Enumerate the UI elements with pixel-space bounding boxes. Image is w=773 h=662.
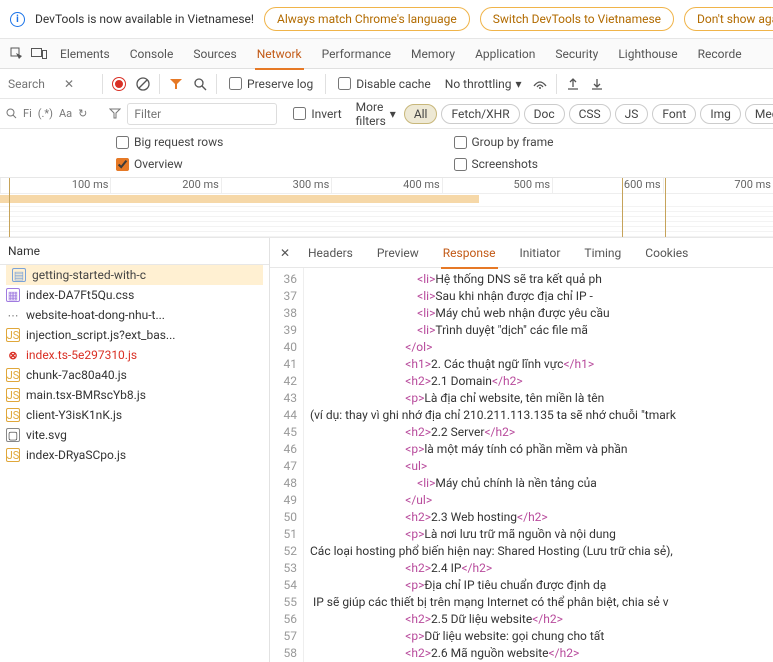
regex-toggle[interactable]: (.*) xyxy=(38,107,53,120)
banner-text: DevTools is now available in Vietnamese! xyxy=(35,12,254,26)
line-gutter: 36 37 38 39 40 41 42 43 44 45 46 47 48 4… xyxy=(270,268,304,662)
tab-application[interactable]: Application xyxy=(465,39,545,69)
screenshots-checkbox[interactable]: Screenshots xyxy=(454,157,756,171)
tab-performance[interactable]: Performance xyxy=(312,39,401,69)
request-row[interactable]: ⊗index.ts-5e297310.js xyxy=(0,345,269,365)
request-row[interactable]: ▢vite.svg xyxy=(0,425,269,445)
inspect-icon[interactable] xyxy=(6,43,28,65)
search-box[interactable]: ✕ xyxy=(0,77,98,91)
close-icon[interactable]: ✕ xyxy=(64,77,74,91)
scope-label: Fi xyxy=(23,107,32,120)
tab-network[interactable]: Network xyxy=(247,39,312,69)
filter-chip-css[interactable]: CSS xyxy=(569,104,611,124)
filter-chip-img[interactable]: Img xyxy=(700,104,741,124)
filter-chip-doc[interactable]: Doc xyxy=(524,104,565,124)
timeline-tick: 400 ms xyxy=(331,178,441,193)
timeline-tick: 200 ms xyxy=(110,178,220,193)
case-toggle[interactable]: Aa xyxy=(59,107,72,120)
filter-icon[interactable] xyxy=(164,72,188,96)
main-tabs: ElementsConsoleSourcesNetworkPerformance… xyxy=(0,39,773,69)
request-row[interactable]: ▤getting-started-with-c xyxy=(6,265,263,285)
request-list: Name ▤getting-started-with-c▦index-DA7Ft… xyxy=(0,238,270,662)
column-name-header[interactable]: Name xyxy=(0,238,269,265)
request-tab-preview[interactable]: Preview xyxy=(365,238,431,268)
timeline-tick: 600 ms xyxy=(552,178,662,193)
tab-lighthouse[interactable]: Lighthouse xyxy=(608,39,687,69)
invert-checkbox[interactable]: Invert xyxy=(293,107,341,121)
tab-sources[interactable]: Sources xyxy=(183,39,246,69)
group-frame-checkbox[interactable]: Group by frame xyxy=(454,135,756,149)
search-input[interactable] xyxy=(8,77,58,91)
clear-button[interactable] xyxy=(131,72,155,96)
switch-language-button[interactable]: Switch DevTools to Vietnamese xyxy=(480,7,674,31)
request-row[interactable]: JSclient-Y3isK1nK.js xyxy=(0,405,269,425)
big-rows-checkbox[interactable]: Big request rows xyxy=(116,135,418,149)
language-banner: i DevTools is now available in Vietnames… xyxy=(0,0,773,39)
filter-chip-all[interactable]: All xyxy=(404,104,438,124)
timeline-tick: 500 ms xyxy=(442,178,552,193)
filter-chip-media[interactable]: Media xyxy=(745,104,773,124)
request-tab-response[interactable]: Response xyxy=(431,238,508,268)
always-match-button[interactable]: Always match Chrome's language xyxy=(264,7,470,31)
info-icon: i xyxy=(10,12,25,27)
tab-elements[interactable]: Elements xyxy=(50,39,120,69)
refresh-icon[interactable]: ↻ xyxy=(78,107,87,120)
timeline-tick: 100 ms xyxy=(0,178,110,193)
request-row[interactable]: JSchunk-7ac80a40.js xyxy=(0,365,269,385)
filter-chip-fetchxhr[interactable]: Fetch/XHR xyxy=(441,104,519,124)
filter-row: Fi (.*) Aa ↻ Invert More filters ▾ AllFe… xyxy=(0,99,773,129)
network-toolbar: ✕ Preserve log Disable cache No throttli… xyxy=(0,69,773,99)
request-row[interactable]: ▦index-DA7Ft5Qu.css xyxy=(0,285,269,305)
overview-checkbox[interactable]: Overview xyxy=(116,157,418,171)
tab-memory[interactable]: Memory xyxy=(401,39,465,69)
device-icon[interactable] xyxy=(28,43,50,65)
timeline-tick: 300 ms xyxy=(221,178,331,193)
more-filters-select[interactable]: More filters ▾ xyxy=(356,100,396,128)
request-row[interactable]: JSinjection_script.js?ext_bas... xyxy=(0,325,269,345)
network-conditions-icon[interactable] xyxy=(528,72,552,96)
request-tab-headers[interactable]: Headers xyxy=(296,238,365,268)
preserve-log-checkbox[interactable]: Preserve log xyxy=(229,77,313,91)
search-icon[interactable] xyxy=(188,72,212,96)
match-icon[interactable] xyxy=(6,108,17,119)
request-tab-cookies[interactable]: Cookies xyxy=(633,238,700,268)
request-row[interactable]: JSindex-DRyaSCpo.js xyxy=(0,445,269,465)
throttling-select[interactable]: No throttling ▾ xyxy=(445,77,522,91)
request-tab-timing[interactable]: Timing xyxy=(572,238,633,268)
request-detail-panel: ✕ HeadersPreviewResponseInitiatorTimingC… xyxy=(270,238,773,662)
record-button[interactable] xyxy=(107,72,131,96)
filter-chip-font[interactable]: Font xyxy=(652,104,696,124)
timeline-overview[interactable]: 100 ms200 ms300 ms400 ms500 ms600 ms700 … xyxy=(0,178,773,238)
close-panel-icon[interactable]: ✕ xyxy=(274,246,296,260)
request-tab-initiator[interactable]: Initiator xyxy=(508,238,573,268)
download-har-icon[interactable] xyxy=(585,72,609,96)
request-row[interactable]: JSmain.tsx-BMRscYb8.js xyxy=(0,385,269,405)
upload-har-icon[interactable] xyxy=(561,72,585,96)
search-options: Fi (.*) Aa ↻ xyxy=(0,107,93,120)
dont-show-button[interactable]: Don't show again xyxy=(684,7,773,31)
request-row[interactable]: ⋯website-hoat-dong-nhu-t... xyxy=(0,305,269,325)
timeline-tick: 700 ms xyxy=(663,178,773,193)
display-options: Big request rows Overview Group by frame… xyxy=(0,129,773,178)
tab-recorde[interactable]: Recorde xyxy=(688,39,752,69)
funnel-icon xyxy=(109,108,121,119)
tab-console[interactable]: Console xyxy=(120,39,184,69)
filter-chip-js[interactable]: JS xyxy=(615,104,649,124)
response-source[interactable]: <li>Hệ thống DNS sẽ tra kết quả ph <li>S… xyxy=(304,268,773,662)
filter-input[interactable] xyxy=(127,103,277,125)
disable-cache-checkbox[interactable]: Disable cache xyxy=(338,77,431,91)
tab-security[interactable]: Security xyxy=(545,39,608,69)
